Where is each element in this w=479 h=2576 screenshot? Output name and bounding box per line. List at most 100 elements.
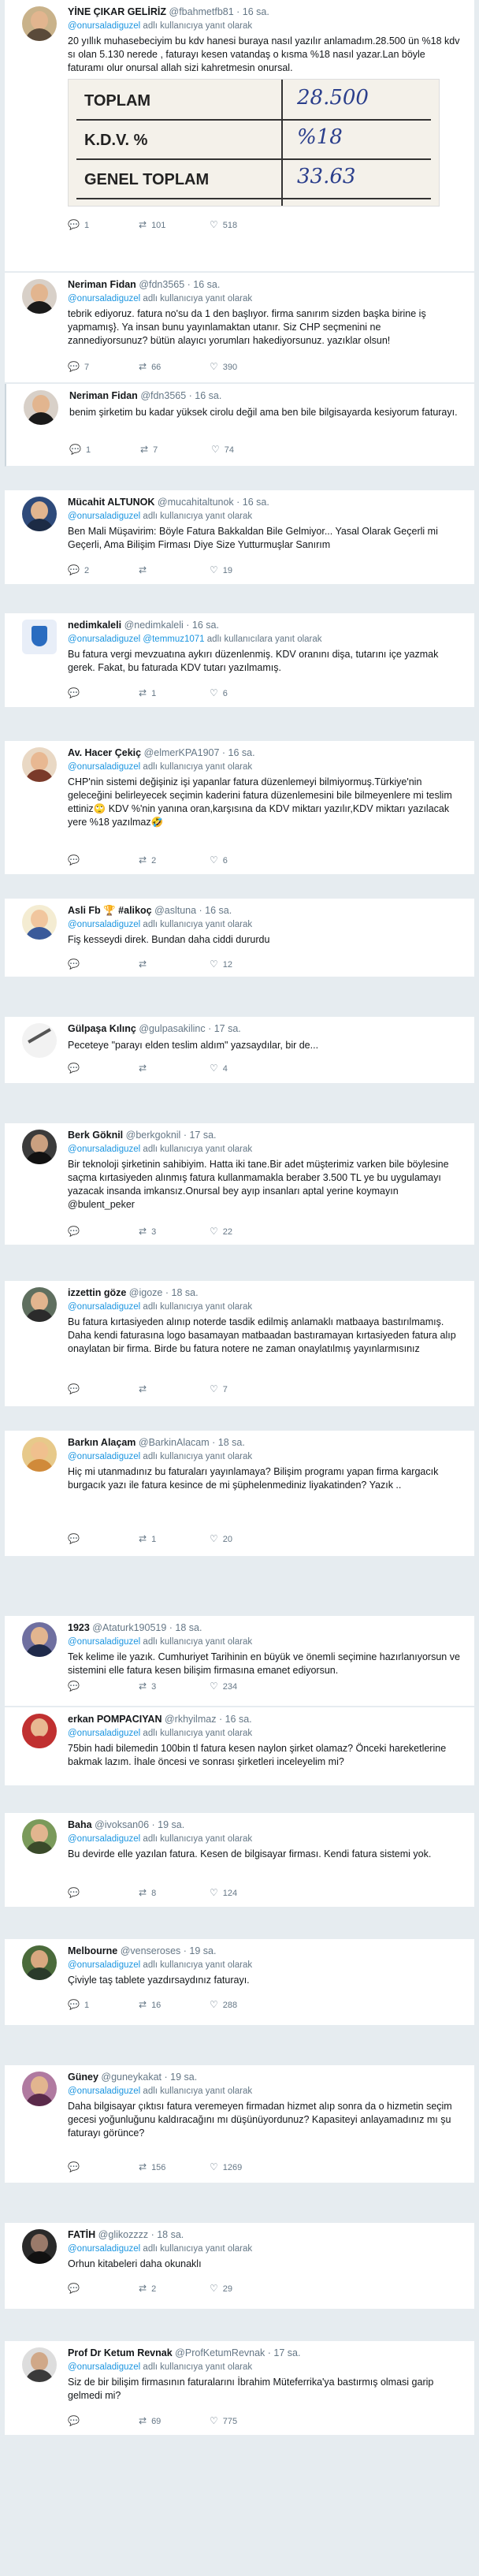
reply-mention[interactable]: @onursaladiguzel bbox=[68, 1637, 140, 1647]
author-handle[interactable]: @elmerKPA1907 bbox=[144, 747, 220, 758]
tweet[interactable]: Gülpaşa Kılınç @gulpasakilinc · 17 sa. P… bbox=[5, 1017, 474, 1084]
reply-mention[interactable]: @onursaladiguzel bbox=[68, 294, 140, 303]
like-button[interactable]: ♡ 390 bbox=[210, 361, 280, 372]
author-name[interactable]: YİNE ÇIKAR GELİRİZ bbox=[68, 6, 166, 17]
author-name[interactable]: Neriman Fidan bbox=[68, 279, 136, 290]
author-name[interactable]: Baha bbox=[68, 1819, 92, 1830]
tweet[interactable]: Güney @guneykakat · 19 sa. @onursaladigu… bbox=[5, 2065, 474, 2183]
reply-button[interactable]: 💬 bbox=[68, 1533, 139, 1544]
retweet-button[interactable]: ⇄ 2 bbox=[139, 2283, 210, 2294]
tweet[interactable]: 1923 @Ataturk190519 · 18 sa. @onursaladi… bbox=[5, 1616, 474, 1707]
reply-button[interactable]: 💬 bbox=[68, 1383, 139, 1394]
like-button[interactable]: ♡ 29 bbox=[210, 2283, 280, 2294]
avatar[interactable] bbox=[22, 1945, 57, 1980]
avatar[interactable] bbox=[22, 2229, 57, 2264]
tweet[interactable]: Melbourne @venseroses · 19 sa. @onursala… bbox=[5, 1939, 474, 2026]
retweet-button[interactable]: ⇄ bbox=[139, 959, 210, 970]
retweet-button[interactable]: ⇄ 1 bbox=[139, 1533, 210, 1544]
timestamp[interactable]: · 19 sa. bbox=[184, 1945, 217, 1956]
retweet-button[interactable]: ⇄ bbox=[139, 1063, 210, 1074]
reply-mention[interactable]: @onursaladiguzel bbox=[68, 2086, 140, 2096]
avatar[interactable] bbox=[22, 620, 57, 654]
like-button[interactable]: ♡ 19 bbox=[210, 564, 280, 575]
avatar[interactable] bbox=[22, 497, 57, 531]
timestamp[interactable]: · 16 sa. bbox=[199, 905, 232, 916]
tweet[interactable]: Av. Hacer Çekiç @elmerKPA1907 · 16 sa. @… bbox=[5, 741, 474, 875]
reply-button[interactable]: 💬 bbox=[68, 1226, 139, 1237]
tweet[interactable]: Baha @ivoksan06 · 19 sa. @onursaladiguze… bbox=[5, 1813, 474, 1908]
reply-button[interactable]: 💬 bbox=[68, 2283, 139, 2294]
reply-button[interactable]: 💬 7 bbox=[68, 361, 139, 372]
retweet-button[interactable]: ⇄ 156 bbox=[139, 2161, 210, 2172]
author-handle[interactable]: @fdn3565 bbox=[140, 390, 186, 401]
retweet-button[interactable]: ⇄ 3 bbox=[139, 1226, 210, 1237]
author-name[interactable]: Asli Fb 🏆 #alikoç bbox=[68, 905, 152, 916]
author-name[interactable]: FATİH bbox=[68, 2229, 95, 2240]
reply-button[interactable]: 💬 bbox=[68, 1681, 139, 1692]
reply-button[interactable]: 💬 bbox=[68, 687, 139, 698]
tweet[interactable]: erkan POMPACIYAN @rkhyilmaz · 16 sa. @on… bbox=[5, 1707, 474, 1786]
author-handle[interactable]: @ProfKetumRevnak bbox=[175, 2347, 265, 2358]
avatar[interactable] bbox=[22, 1130, 57, 1164]
avatar[interactable] bbox=[24, 390, 58, 425]
author-handle[interactable]: @nedimkaleli bbox=[124, 620, 184, 631]
timestamp[interactable]: · 16 sa. bbox=[222, 747, 255, 758]
tweet[interactable]: YİNE ÇIKAR GELİRİZ @fbahmetfb81 · 16 sa.… bbox=[5, 0, 474, 272]
avatar[interactable] bbox=[22, 1287, 57, 1322]
tweet[interactable]: Neriman Fidan @fdn3565 · 16 sa. benim şi… bbox=[5, 384, 474, 467]
retweet-button[interactable]: ⇄ bbox=[139, 564, 210, 575]
avatar[interactable] bbox=[22, 1714, 57, 1748]
reply-mention[interactable]: @onursaladiguzel @temmuz1071 bbox=[68, 635, 205, 644]
reply-mention[interactable]: @onursaladiguzel bbox=[68, 2362, 140, 2372]
like-button[interactable]: ♡ 1269 bbox=[210, 2161, 280, 2172]
author-handle[interactable]: @BarkinAlacam bbox=[139, 1437, 210, 1448]
avatar[interactable] bbox=[22, 2347, 57, 2382]
timestamp[interactable]: · 17 sa. bbox=[208, 1023, 241, 1034]
author-handle[interactable]: @gulpasakilinc bbox=[139, 1023, 205, 1034]
avatar[interactable] bbox=[22, 1437, 57, 1472]
like-button[interactable]: ♡ 124 bbox=[210, 1887, 280, 1898]
timestamp[interactable]: · 18 sa. bbox=[151, 2229, 184, 2240]
author-handle[interactable]: @glikozzzz bbox=[98, 2229, 148, 2240]
reply-button[interactable]: 💬 bbox=[68, 2415, 139, 2426]
timestamp[interactable]: · 16 sa. bbox=[219, 1714, 252, 1725]
author-handle[interactable]: @fbahmetfb81 bbox=[169, 6, 234, 17]
like-button[interactable]: ♡ 288 bbox=[210, 1999, 280, 2010]
author-name[interactable]: Neriman Fidan bbox=[69, 390, 138, 401]
author-handle[interactable]: @venseroses bbox=[121, 1945, 181, 1956]
retweet-button[interactable]: ⇄ 7 bbox=[140, 444, 211, 455]
author-name[interactable]: izzettin göze bbox=[68, 1287, 126, 1298]
author-handle[interactable]: @mucahitaltunok bbox=[158, 497, 234, 508]
tweet[interactable]: Barkın Alaçam @BarkinAlacam · 18 sa. @on… bbox=[5, 1431, 474, 1557]
tweet[interactable]: Prof Dr Ketum Revnak @ProfKetumRevnak · … bbox=[5, 2341, 474, 2436]
timestamp[interactable]: · 18 sa. bbox=[169, 1622, 202, 1633]
invoice-photo[interactable]: TOPLAM 28.500 K.D.V. % %18 GENEL TOPLAM 33.… bbox=[68, 79, 440, 207]
retweet-button[interactable]: ⇄ 16 bbox=[139, 1999, 210, 2010]
reply-mention[interactable]: @onursaladiguzel bbox=[68, 2244, 140, 2254]
reply-mention[interactable]: @onursaladiguzel bbox=[68, 1729, 140, 1738]
reply-mention[interactable]: @onursaladiguzel bbox=[68, 1302, 140, 1312]
timestamp[interactable]: · 18 sa. bbox=[165, 1287, 199, 1298]
reply-button[interactable]: 💬 bbox=[68, 854, 139, 865]
reply-mention[interactable]: @onursaladiguzel bbox=[68, 1960, 140, 1970]
like-button[interactable]: ♡ 234 bbox=[210, 1681, 280, 1692]
reply-mention[interactable]: @onursaladiguzel bbox=[68, 1452, 140, 1461]
like-button[interactable]: ♡ 22 bbox=[210, 1226, 280, 1237]
timestamp[interactable]: · 17 sa. bbox=[184, 1130, 217, 1141]
author-name[interactable]: nedimkaleli bbox=[68, 620, 121, 631]
reply-button[interactable]: 💬 1 bbox=[69, 444, 140, 455]
like-button[interactable]: ♡ 6 bbox=[210, 687, 280, 698]
tweet[interactable]: Mücahit ALTUNOK @mucahitaltunok · 16 sa.… bbox=[5, 490, 474, 585]
retweet-button[interactable]: ⇄ bbox=[139, 1383, 210, 1394]
author-handle[interactable]: @asltuna bbox=[154, 905, 196, 916]
retweet-button[interactable]: ⇄ 101 bbox=[139, 219, 210, 230]
retweet-button[interactable]: ⇄ 3 bbox=[139, 1681, 210, 1692]
author-handle[interactable]: @igoze bbox=[129, 1287, 163, 1298]
author-name[interactable]: Barkın Alaçam bbox=[68, 1437, 136, 1448]
author-name[interactable]: Av. Hacer Çekiç bbox=[68, 747, 141, 758]
author-name[interactable]: erkan POMPACIYAN bbox=[68, 1714, 162, 1725]
reply-button[interactable]: 💬 2 bbox=[68, 564, 139, 575]
author-name[interactable]: Güney bbox=[68, 2072, 98, 2083]
like-button[interactable]: ♡ 7 bbox=[210, 1383, 280, 1394]
reply-mention[interactable]: @onursaladiguzel bbox=[68, 512, 140, 521]
